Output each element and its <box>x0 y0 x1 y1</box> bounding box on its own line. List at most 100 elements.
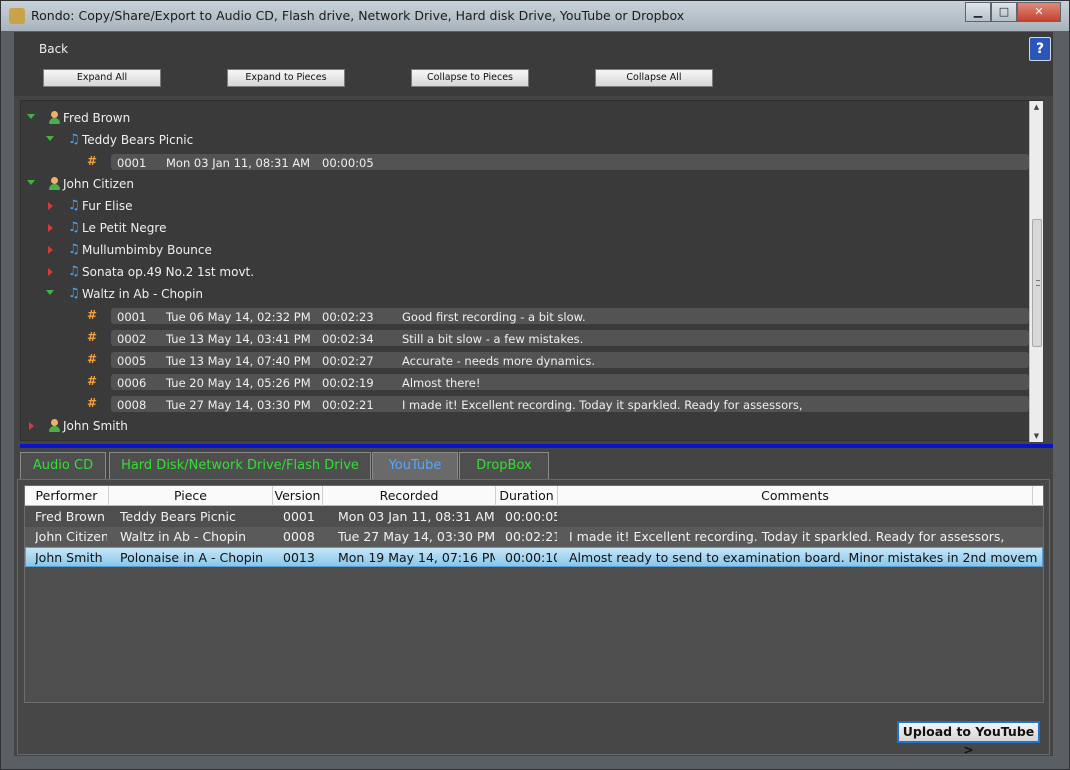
collapsed-arrow-icon[interactable] <box>48 224 53 232</box>
collapsed-arrow-icon[interactable] <box>48 268 53 276</box>
cell-performer: John Citizen <box>35 529 107 544</box>
recording-duration: 00:00:05 <box>322 156 374 170</box>
column-header-duration[interactable]: Duration <box>496 486 558 506</box>
window-controls: ▁ □ ✕ <box>965 2 1061 22</box>
piece-title: Waltz in Ab - Chopin <box>82 287 204 301</box>
recording-icon: # <box>87 396 98 410</box>
collapse-all-button[interactable]: Collapse All <box>595 69 713 87</box>
cell-performer: John Smith <box>35 550 103 565</box>
music-note-icon: ♫ <box>68 220 80 235</box>
cell-piece: Teddy Bears Picnic <box>120 509 236 524</box>
minimize-button[interactable]: ▁ <box>965 2 991 22</box>
client-area: Back ? Expand All Expand to Pieces Colla… <box>14 32 1053 757</box>
music-note-icon: ♫ <box>68 286 80 301</box>
help-button[interactable]: ? <box>1029 37 1051 61</box>
performer-name: John Smith <box>63 419 128 433</box>
piece-title: Teddy Bears Picnic <box>82 133 194 147</box>
music-note-icon: ♫ <box>68 242 80 257</box>
close-button[interactable]: ✕ <box>1017 2 1061 22</box>
cell-recorded: Tue 27 May 14, 03:30 PM <box>338 529 495 544</box>
window-title: Rondo: Copy/Share/Export to Audio CD, Fl… <box>31 8 685 23</box>
recording-version: 0002 <box>117 332 147 346</box>
tree-recording-row[interactable]: # 0005 Tue 13 May 14, 07:40 PM 00:02:27 … <box>21 350 1031 370</box>
recording-date: Tue 20 May 14, 05:26 PM <box>166 376 311 390</box>
recording-comment: Good first recording - a bit slow. <box>402 310 586 324</box>
grip-icon <box>1036 280 1040 286</box>
tab-audio-cd[interactable]: Audio CD <box>20 452 106 480</box>
recording-duration: 00:02:27 <box>322 354 374 368</box>
expanded-arrow-icon[interactable] <box>27 180 35 185</box>
recording-date: Mon 03 Jan 11, 08:31 AM <box>166 156 311 170</box>
performer-name: John Citizen <box>63 177 134 191</box>
recording-comment: Still a bit slow - a few mistakes. <box>402 332 584 346</box>
column-header-piece[interactable]: Piece <box>109 486 273 506</box>
table-row-selected[interactable]: John Smith Polonaise in A - Chopin 0013 … <box>25 547 1043 567</box>
upload-to-youtube-button[interactable]: Upload to YouTube > <box>897 721 1040 757</box>
expanded-arrow-icon[interactable] <box>27 114 35 119</box>
cell-piece: Polonaise in A - Chopin <box>120 550 264 565</box>
tab-dropbox[interactable]: DropBox <box>459 452 549 480</box>
cell-recorded: Mon 19 May 14, 07:16 PM <box>338 550 495 565</box>
piece-title: Le Petit Negre <box>82 221 167 235</box>
expand-all-button[interactable]: Expand All <box>43 69 161 87</box>
grid-header: Performer Piece Version Recorded Duratio… <box>25 486 1043 506</box>
recording-duration: 00:02:34 <box>322 332 374 346</box>
person-icon <box>49 111 60 125</box>
column-header-version[interactable]: Version <box>273 486 323 506</box>
recording-duration: 00:02:21 <box>322 398 374 412</box>
recording-version: 0006 <box>117 376 147 390</box>
cell-version: 0013 <box>283 550 315 565</box>
tree-recording-row[interactable]: # 0001 Mon 03 Jan 11, 08:31 AM 00:00:05 <box>21 152 1031 172</box>
recording-version: 0001 <box>117 156 147 170</box>
recording-comment: I made it! Excellent recording. Today it… <box>402 398 803 412</box>
tree-scrollbar[interactable]: ▲ ▼ <box>1029 101 1043 442</box>
title-bar[interactable]: Rondo: Copy/Share/Export to Audio CD, Fl… <box>1 1 1069 31</box>
cell-duration: 00:00:05 <box>505 509 557 524</box>
scrollbar-thumb[interactable] <box>1032 219 1042 347</box>
table-row[interactable]: John Citizen Waltz in Ab - Chopin 0008 T… <box>25 527 1043 547</box>
youtube-panel: Performer Piece Version Recorded Duratio… <box>17 479 1050 757</box>
piece-title: Sonata op.49 No.2 1st movt. <box>82 265 255 279</box>
tab-youtube[interactable]: YouTube <box>372 452 458 480</box>
recordings-tree[interactable]: Fred Brown ♫ Teddy Bears Picnic # 0001 M… <box>20 100 1043 442</box>
expanded-arrow-icon[interactable] <box>46 290 54 295</box>
tab-hard-disk[interactable]: Hard Disk/Network Drive/Flash Drive <box>109 452 371 480</box>
collapsed-arrow-icon[interactable] <box>48 246 53 254</box>
recording-date: Tue 13 May 14, 07:40 PM <box>166 354 311 368</box>
cell-duration: 00:02:21 <box>505 529 557 544</box>
tree-recording-row[interactable]: # 0008 Tue 27 May 14, 03:30 PM 00:02:21 … <box>21 394 1031 414</box>
scroll-up-arrow-icon[interactable]: ▲ <box>1030 101 1043 113</box>
column-header-performer[interactable]: Performer <box>25 486 109 506</box>
cell-comments: Almost ready to send to examination boar… <box>569 550 1038 565</box>
app-icon <box>9 8 25 24</box>
music-note-icon: ♫ <box>68 198 80 213</box>
tree-recording-row[interactable]: # 0006 Tue 20 May 14, 05:26 PM 00:02:19 … <box>21 372 1031 392</box>
recording-icon: # <box>87 330 98 344</box>
column-header-recorded[interactable]: Recorded <box>323 486 496 506</box>
tree-recording-row[interactable]: # 0002 Tue 13 May 14, 03:41 PM 00:02:34 … <box>21 328 1031 348</box>
person-icon <box>49 419 60 433</box>
back-link[interactable]: Back <box>39 42 68 56</box>
splitter-bar[interactable] <box>20 444 1053 448</box>
collapsed-arrow-icon[interactable] <box>48 202 53 210</box>
recording-version: 0001 <box>117 310 147 324</box>
music-note-icon: ♫ <box>68 132 80 147</box>
column-header-comments[interactable]: Comments <box>558 486 1033 506</box>
cell-performer: Fred Brown <box>35 509 105 524</box>
cell-duration: 00:00:10 <box>505 550 557 565</box>
recording-comment: Almost there! <box>402 376 481 390</box>
table-row[interactable]: Fred Brown Teddy Bears Picnic 0001 Mon 0… <box>25 507 1043 527</box>
collapsed-arrow-icon[interactable] <box>29 422 34 430</box>
export-grid[interactable]: Performer Piece Version Recorded Duratio… <box>24 485 1044 703</box>
person-icon <box>49 177 60 191</box>
expanded-arrow-icon[interactable] <box>46 136 54 141</box>
cell-version: 0008 <box>283 529 315 544</box>
expand-to-pieces-button[interactable]: Expand to Pieces <box>227 69 345 87</box>
toolbar: Back ? Expand All Expand to Pieces Colla… <box>14 32 1053 96</box>
recording-duration: 00:02:23 <box>322 310 374 324</box>
collapse-to-pieces-button[interactable]: Collapse to Pieces <box>411 69 529 87</box>
maximize-button[interactable]: □ <box>991 2 1017 22</box>
scroll-down-arrow-icon[interactable]: ▼ <box>1030 430 1043 442</box>
recording-comment: Accurate - needs more dynamics. <box>402 354 596 368</box>
tree-recording-row[interactable]: # 0001 Tue 06 May 14, 02:32 PM 00:02:23 … <box>21 306 1031 326</box>
